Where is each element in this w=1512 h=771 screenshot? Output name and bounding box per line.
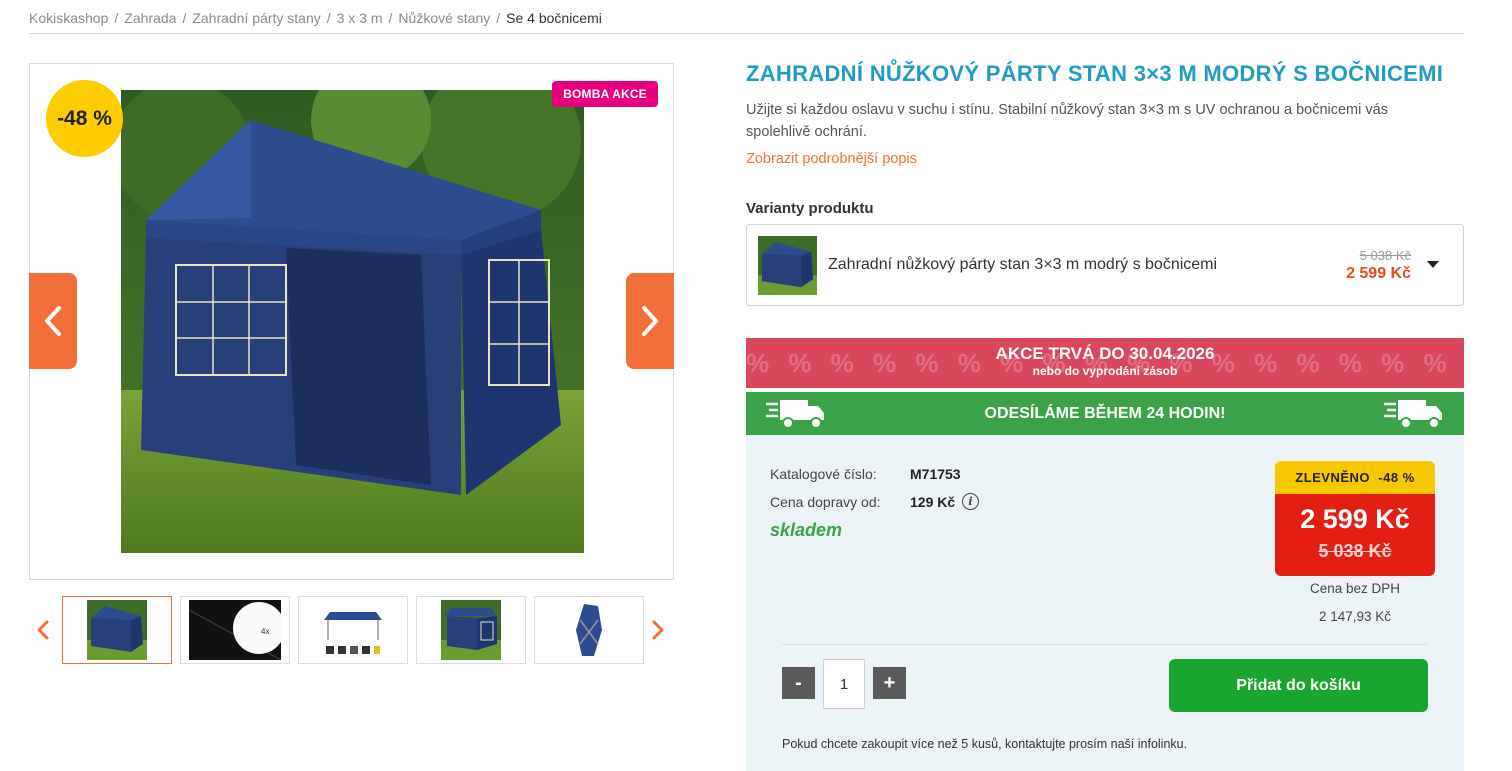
bulk-order-note: Pokud chcete zakoupit více než 5 kusů, k… [782, 737, 1188, 751]
info-icon[interactable]: i [962, 493, 979, 510]
variant-old-price: 5 038 Kč [1359, 248, 1411, 263]
thumbnail-1[interactable] [62, 596, 172, 664]
thumbnail-3[interactable] [298, 596, 408, 664]
price-without-vat-label: Cena bez DPH [1309, 581, 1401, 596]
breadcrumb-item-size[interactable]: 3 x 3 m [337, 10, 383, 26]
svg-text:4x: 4x [261, 627, 269, 636]
variant-name: Zahradní nůžkový párty stan 3×3 m modrý … [828, 256, 1218, 273]
product-main-image[interactable] [121, 90, 584, 553]
variant-select[interactable]: Zahradní nůžkový párty stan 3×3 m modrý … [746, 224, 1464, 306]
divider [782, 644, 1428, 645]
original-price: 5 038 Kč [1318, 541, 1392, 561]
stock-status: skladem [770, 520, 843, 540]
shipping-cost-value: 129 Kč [910, 494, 956, 510]
promo-deadline-banner: % % % % % % % % % % % % % % % % % % % % … [746, 338, 1464, 388]
gallery-prev-button[interactable] [29, 273, 77, 369]
catalog-number-value: M71753 [910, 466, 961, 482]
shipping-cost-label: Cena dopravy od: [770, 494, 881, 510]
breadcrumb-separator: / [496, 10, 501, 26]
product-description: Užijte si každou oslavu v suchu i stínu.… [746, 102, 1388, 140]
breadcrumb-item-party-tents[interactable]: Zahradní párty stany [192, 10, 320, 26]
quantity-input[interactable] [823, 659, 865, 709]
breadcrumb: Kokiskashop / Zahrada / Zahradní párty stany… [29, 10, 1464, 34]
breadcrumb-item-current: Se 4 bočnicemi [506, 10, 602, 26]
thumbnail-strip: 4x [29, 596, 674, 664]
delivery-truck-icon [1384, 400, 1442, 429]
discount-badge: -48 % [46, 80, 123, 157]
chevron-left-icon [45, 306, 61, 336]
variant-new-price: 2 599 Kč [1346, 265, 1411, 282]
show-description-link[interactable]: Zobrazit podrobnější popis [746, 151, 917, 167]
catalog-number-label: Katalogové číslo: [770, 466, 877, 482]
promo-badge: BOMBA AKCE [552, 81, 658, 107]
gallery-next-button[interactable] [626, 273, 674, 369]
delivery-truck-icon [766, 400, 824, 429]
promo-deadline-text: AKCE TRVÁ DO 30.04.2026 [995, 344, 1215, 363]
breadcrumb-separator: / [326, 10, 331, 26]
breadcrumb-separator: / [114, 10, 119, 26]
quantity-increase-button[interactable]: + [873, 667, 906, 699]
chevron-right-icon [652, 620, 664, 640]
quantity-decrease-button[interactable]: - [782, 667, 815, 699]
price-body: 2 599 Kč 5 038 Kč [1275, 494, 1435, 576]
shipping-banner: ODESÍLÁME BĚHEM 24 HODIN! [746, 392, 1464, 435]
chevron-left-icon [37, 620, 49, 640]
breadcrumb-item-home[interactable]: Kokiskashop [29, 10, 108, 26]
variant-thumbnail [758, 236, 817, 295]
caret-down-icon [1427, 261, 1439, 268]
discount-strip: ZLEVNĚNO -48 % [1275, 461, 1435, 494]
thumbnail-next-button[interactable] [650, 616, 666, 644]
breadcrumb-item-scissor-tents[interactable]: Nůžkové stany [398, 10, 490, 26]
thumbnail-prev-button[interactable] [35, 616, 51, 644]
breadcrumb-separator: / [388, 10, 393, 26]
variants-label: Varianty produktu [746, 200, 874, 217]
breadcrumb-item-garden[interactable]: Zahrada [124, 10, 176, 26]
price-card: ZLEVNĚNO -48 % 2 599 Kč 5 038 Kč [1275, 461, 1435, 576]
discount-label: ZLEVNĚNO [1295, 470, 1371, 485]
promo-deadline-subtext: nebo do vyprodání zásob [1032, 364, 1178, 378]
current-price: 2 599 Kč [1300, 504, 1410, 534]
product-gallery: -48 % BOMBA AKCE [29, 63, 674, 580]
chevron-right-icon [642, 306, 658, 336]
thumbnail-4[interactable] [416, 596, 526, 664]
price-without-vat-value: 2 147,93 Kč [1318, 609, 1392, 624]
discount-value: -48 % [1378, 470, 1415, 485]
product-title: ZAHRADNÍ NŮŽKOVÝ PÁRTY STAN 3×3 M MODRÝ … [746, 61, 1444, 86]
shipping-text: ODESÍLÁME BĚHEM 24 HODIN! [984, 404, 1226, 422]
thumbnail-2[interactable]: 4x [180, 596, 290, 664]
thumbnail-5[interactable] [534, 596, 644, 664]
add-to-cart-button[interactable]: Přidat do košíku [1169, 659, 1428, 712]
purchase-panel: Katalogové číslo: M71753 Cena dopravy od… [746, 435, 1464, 771]
breadcrumb-separator: / [182, 10, 187, 26]
